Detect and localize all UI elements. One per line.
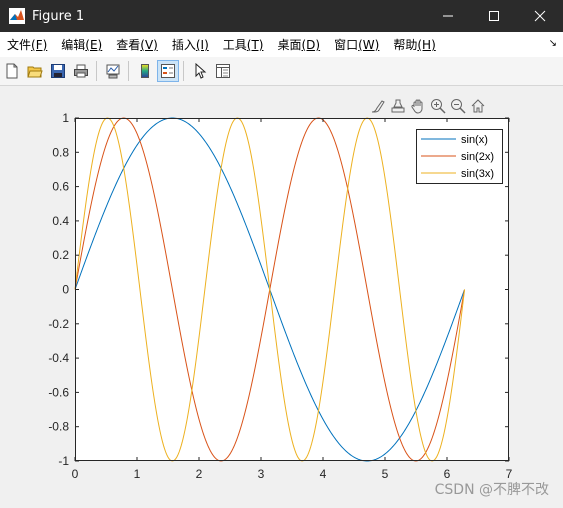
y-tick-label: -0.4 [48, 351, 69, 365]
x-tick-label: 2 [196, 467, 203, 481]
y-tick-label: 0.2 [52, 248, 69, 262]
y-tick-label: -0.2 [48, 317, 69, 331]
x-tick-label: 3 [258, 467, 265, 481]
watermark: CSDN @不脾不改 [434, 482, 549, 498]
legend-label-1: sin(x) [461, 134, 488, 146]
y-tick-label: 0.4 [52, 214, 69, 228]
x-tick-label: 1 [134, 467, 141, 481]
y-tick-label: 1 [62, 111, 69, 125]
y-tick-label: -0.8 [48, 420, 69, 434]
y-tick-label: 0.6 [52, 180, 69, 194]
legend-label-2: sin(2x) [461, 151, 494, 163]
plot-canvas[interactable]: 0 1 2 3 4 5 6 710.80.60.40.20-0.2-0.4-0.6-0.8-1… [0, 0, 563, 508]
y-tick-label: 0.8 [52, 145, 69, 159]
x-tick-label: 4 [320, 467, 327, 481]
y-tick-label: 0 [62, 283, 69, 297]
x-tick-label: 0 [72, 467, 79, 481]
legend-label-3: sin(3x) [461, 168, 494, 180]
y-tick-label: -0.6 [48, 385, 69, 399]
x-tick-label: 5 [382, 467, 389, 481]
y-tick-label: -1 [58, 454, 69, 468]
